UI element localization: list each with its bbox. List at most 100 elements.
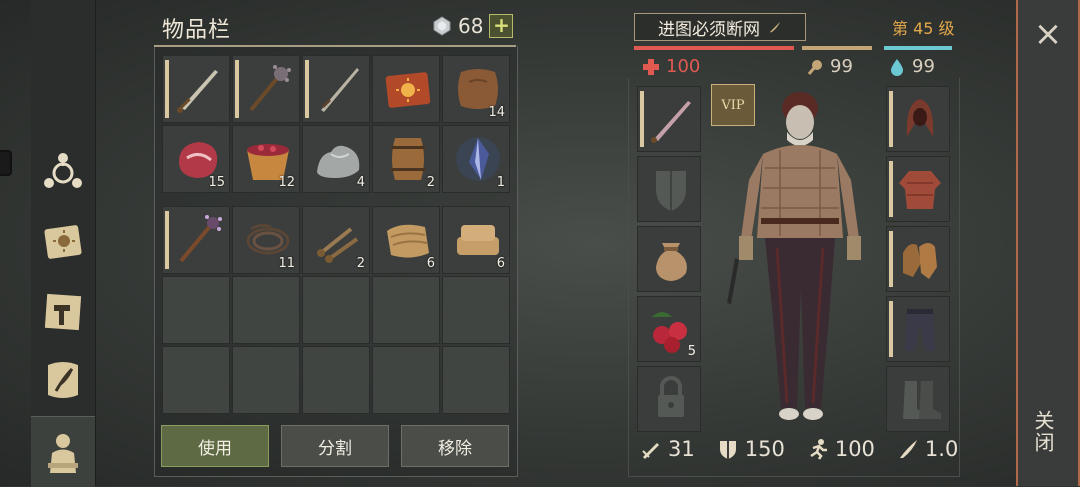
item-quantity: 4 bbox=[356, 175, 365, 190]
health-bar bbox=[634, 46, 794, 50]
recipes-nav-button[interactable] bbox=[37, 216, 89, 268]
gem-count: 68 bbox=[458, 14, 484, 38]
inventory-title: 物品栏 bbox=[162, 18, 232, 43]
inventory-slot[interactable] bbox=[162, 206, 230, 274]
sword-icon bbox=[177, 70, 218, 113]
inventory-slot-empty[interactable] bbox=[162, 276, 230, 344]
inventory-slot[interactable] bbox=[162, 55, 230, 123]
speed-value: 100 bbox=[834, 437, 875, 461]
speed-stat: 100 bbox=[807, 437, 875, 461]
inventory-slot-empty[interactable] bbox=[302, 276, 370, 344]
spiked-mace-icon bbox=[179, 215, 222, 263]
buy-gems-button[interactable]: + bbox=[489, 14, 514, 38]
building-nav-button[interactable] bbox=[37, 286, 89, 338]
item-quantity: 2 bbox=[356, 256, 365, 271]
lock-icon bbox=[658, 376, 684, 417]
hands-slot[interactable] bbox=[886, 226, 950, 292]
inventory-slot[interactable]: 6 bbox=[442, 206, 510, 274]
split-button[interactable]: 分割 bbox=[281, 425, 389, 467]
meat-leg-icon bbox=[807, 59, 822, 75]
item-quantity: 2 bbox=[426, 175, 435, 190]
close-icon[interactable]: × bbox=[1026, 14, 1070, 54]
health-cross-icon bbox=[643, 58, 659, 75]
padded-jacket-icon bbox=[899, 171, 941, 209]
character-model bbox=[727, 92, 861, 420]
weight-stat: 1.0 bbox=[897, 437, 958, 461]
inventory-slot[interactable] bbox=[372, 55, 440, 123]
character-name-field[interactable]: 进图必须断网 bbox=[634, 13, 806, 41]
shield-slot[interactable] bbox=[637, 156, 701, 222]
chest-slot[interactable] bbox=[886, 156, 950, 222]
item-quantity: 5 bbox=[687, 344, 696, 359]
inventory-slot-empty[interactable] bbox=[232, 276, 300, 344]
weapon-slot[interactable] bbox=[637, 86, 701, 152]
inventory-slot[interactable]: 6 bbox=[372, 206, 440, 274]
armor-stat: 150 bbox=[717, 437, 785, 461]
item-quantity: 14 bbox=[488, 105, 505, 120]
boots-icon bbox=[903, 381, 941, 419]
water-stat: 99 bbox=[888, 56, 935, 77]
inventory-slot[interactable]: 2 bbox=[302, 206, 370, 274]
health-value: 100 bbox=[666, 56, 701, 77]
hood-icon bbox=[906, 99, 934, 137]
inventory-slot-empty[interactable] bbox=[372, 276, 440, 344]
inventory-slot[interactable] bbox=[232, 55, 300, 123]
inventory-slot-empty[interactable] bbox=[232, 346, 300, 414]
crafting-nav-button[interactable] bbox=[37, 146, 89, 198]
inventory-slot[interactable]: 15 bbox=[162, 125, 230, 193]
attack-value: 31 bbox=[668, 437, 695, 461]
blueprint-hammer-icon bbox=[44, 293, 82, 331]
inventory-slot[interactable] bbox=[302, 55, 370, 123]
inventory-slot-empty[interactable] bbox=[372, 346, 440, 414]
legs-slot[interactable] bbox=[886, 296, 950, 362]
item-quantity: 15 bbox=[208, 175, 225, 190]
weight-value: 1.0 bbox=[924, 437, 959, 461]
inventory-slot[interactable]: 11 bbox=[232, 206, 300, 274]
running-icon bbox=[810, 439, 827, 460]
mace-icon bbox=[249, 65, 291, 112]
inventory-slot-empty[interactable] bbox=[162, 346, 230, 414]
inventory-grid-bottom: 11 2 6 6 bbox=[162, 206, 510, 414]
consumable-slot[interactable]: 5 bbox=[637, 296, 701, 362]
crafting-icon bbox=[44, 153, 82, 188]
gem-currency: 68 + bbox=[432, 14, 514, 38]
inventory-slot[interactable]: 14 bbox=[442, 55, 510, 123]
inventory-actions: 使用 分割 移除 bbox=[161, 425, 509, 467]
bag-slot[interactable] bbox=[637, 226, 701, 292]
inventory-slot-empty[interactable] bbox=[302, 346, 370, 414]
inventory-grid-top: 14 15 12 4 2 1 bbox=[162, 55, 510, 193]
inventory-slot[interactable]: 12 bbox=[232, 125, 300, 193]
gem-icon bbox=[433, 16, 451, 36]
head-slot[interactable] bbox=[886, 86, 950, 152]
remove-button[interactable]: 移除 bbox=[401, 425, 509, 467]
item-quantity: 11 bbox=[278, 256, 295, 271]
attack-stat: 31 bbox=[640, 437, 695, 461]
shield-icon bbox=[656, 171, 686, 211]
close-button-label[interactable]: 关闭 bbox=[1031, 410, 1058, 454]
device-edge bbox=[0, 150, 12, 176]
character-level: 第 45 级 bbox=[892, 19, 955, 38]
locked-slot[interactable] bbox=[637, 366, 701, 432]
inventory-slot[interactable]: 2 bbox=[372, 125, 440, 193]
character-name: 进图必须断网 bbox=[658, 19, 760, 40]
edit-quill-icon bbox=[769, 21, 781, 33]
inventory-slot-empty[interactable] bbox=[442, 346, 510, 414]
gloves-icon bbox=[903, 243, 937, 279]
longsword-icon bbox=[321, 68, 359, 112]
armor-value: 150 bbox=[744, 437, 785, 461]
trousers-icon bbox=[905, 309, 935, 351]
health-stat: 100 bbox=[642, 56, 700, 77]
feet-slot[interactable] bbox=[886, 366, 950, 432]
recipe-book-icon bbox=[385, 72, 431, 108]
recipe-book-icon bbox=[44, 225, 82, 259]
inventory-slot[interactable]: 1 bbox=[442, 125, 510, 193]
use-button[interactable]: 使用 bbox=[161, 425, 269, 467]
combat-stats: 31 150 100 1.0 bbox=[640, 437, 958, 461]
water-drop-icon bbox=[891, 58, 903, 76]
character-nav-button[interactable] bbox=[31, 416, 95, 487]
inventory-slot-empty[interactable] bbox=[442, 276, 510, 344]
item-quantity: 12 bbox=[278, 175, 295, 190]
character-icon bbox=[48, 434, 78, 473]
inventory-slot[interactable]: 4 bbox=[302, 125, 370, 193]
journal-nav-button[interactable] bbox=[37, 354, 89, 406]
